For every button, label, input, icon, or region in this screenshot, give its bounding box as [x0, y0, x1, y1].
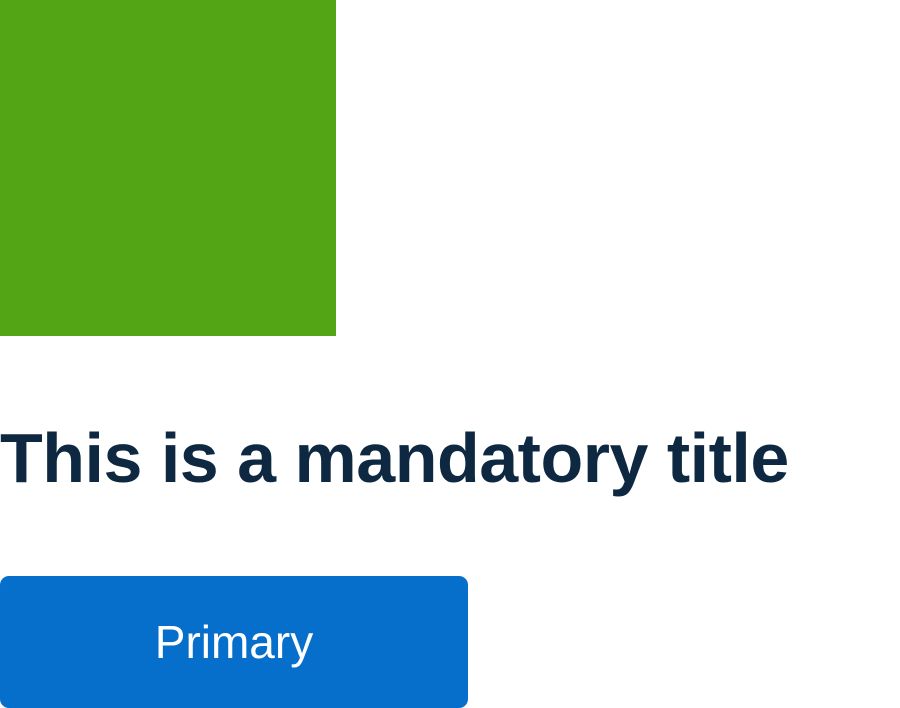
primary-button-label: Primary: [154, 616, 314, 668]
page: This is a mandatory title Primary: [0, 0, 900, 708]
primary-button[interactable]: Primary: [0, 576, 468, 708]
image-placeholder: [0, 0, 336, 336]
page-title: This is a mandatory title: [0, 419, 789, 497]
